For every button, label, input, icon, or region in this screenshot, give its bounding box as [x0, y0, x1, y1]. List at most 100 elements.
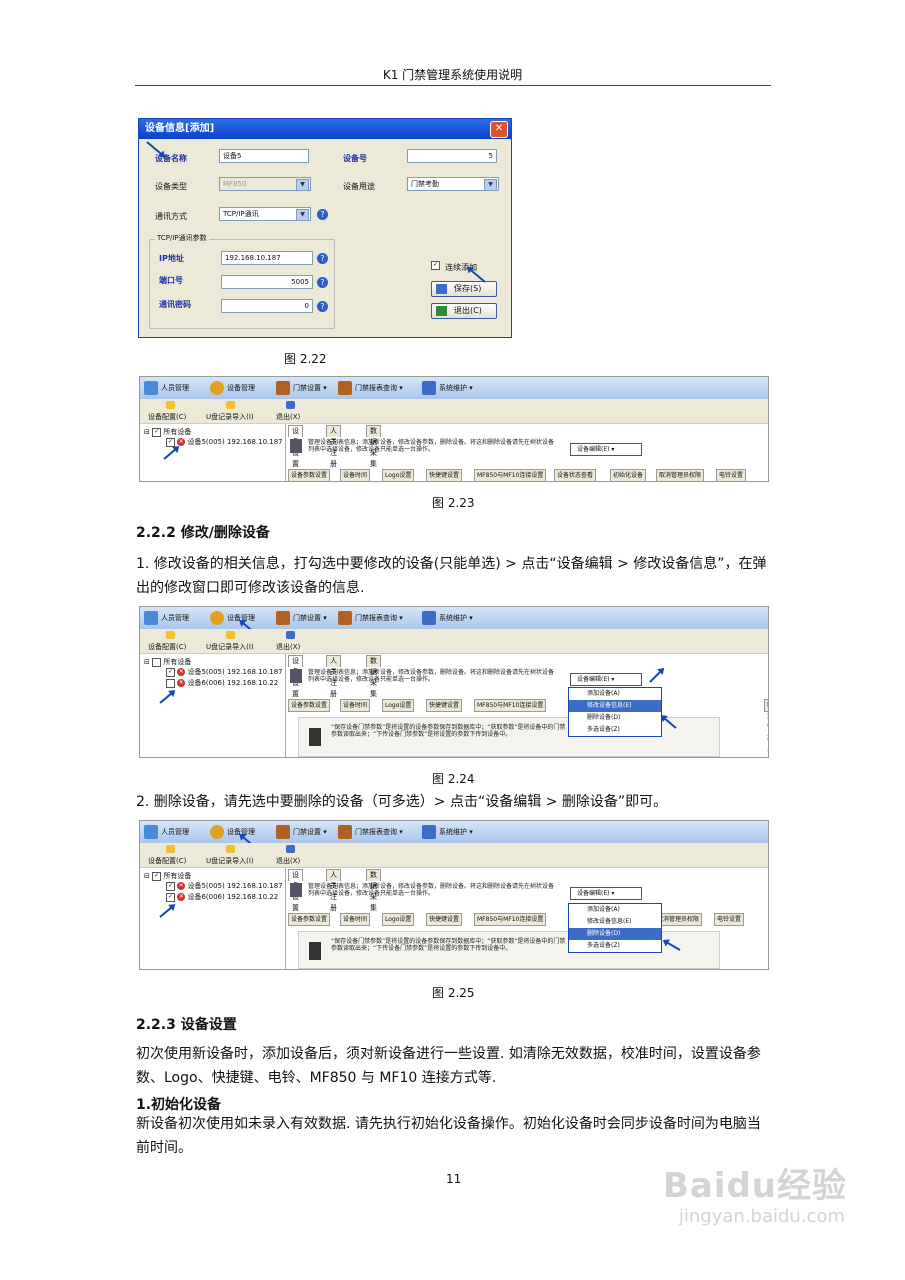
info-text: 管理设备列表信息；添加新设备，修改设备参数，删除设备。将这和删除设备请先在树状设…	[308, 883, 555, 897]
subtab-params[interactable]: 设备参数设置	[288, 913, 331, 926]
exit-toolbar-button[interactable]: 退出(X)	[276, 642, 300, 652]
subtab-mf850[interactable]: MF850与MF10连接设置	[474, 913, 547, 926]
password-field[interactable]: 0	[221, 299, 313, 313]
menu-devices[interactable]: 设备管理	[210, 824, 255, 840]
tab-registration[interactable]: 人员注册	[326, 425, 341, 468]
comm-mode-select[interactable]: TCP/IP通讯 ▼	[219, 207, 311, 221]
menu-item-edit[interactable]: 修改设备信息(E)	[569, 916, 661, 928]
tree-item-device5[interactable]: ✓ ✕ 设备5(005) 192.168.10.187	[166, 881, 283, 891]
subtab-shortcut[interactable]: 快捷键设置	[426, 913, 463, 926]
usb-import-button[interactable]: U盘记录导入(I)	[206, 642, 254, 652]
exit-button[interactable]: 退出(C)	[431, 303, 497, 319]
menu-access-settings[interactable]: 门禁设置 ▾	[276, 824, 327, 840]
usb-import-button[interactable]: U盘记录导入(I)	[206, 412, 254, 422]
help-icon[interactable]: ?	[317, 253, 328, 264]
paragraph: 初次使用新设备时，添加设备后，须对新设备进行一些设置. 如清除无效数据，校准时间…	[136, 1046, 761, 1086]
tab-registration[interactable]: 人员注册	[326, 655, 341, 698]
subtab-admin[interactable]: 取消管理员权限	[764, 699, 768, 753]
subtab-bell[interactable]: 电铃设置	[716, 469, 747, 481]
help-icon[interactable]: ?	[317, 209, 328, 220]
subtab-admin[interactable]: 取消管理员权限	[656, 469, 705, 481]
ip-field[interactable]: 192.168.10.187	[221, 251, 313, 265]
subtab-init[interactable]: 初始化设备	[610, 469, 647, 481]
tree-root[interactable]: ⊟ 所有设备	[144, 657, 191, 667]
menu-personnel[interactable]: 人员管理	[144, 824, 189, 840]
exit-toolbar-button[interactable]: 退出(X)	[276, 856, 300, 866]
help-icon[interactable]: ?	[317, 301, 328, 312]
device-type-select[interactable]: MF850 ▼	[219, 177, 311, 191]
tab-data-collect[interactable]: 数据采集	[366, 655, 381, 698]
subtab-mf850[interactable]: MF850与MF10连接设置	[474, 469, 547, 481]
device-config-button[interactable]: 设备配置(C)	[148, 856, 186, 866]
help-icon[interactable]: ?	[317, 277, 328, 288]
menu-devices[interactable]: 设备管理	[210, 610, 255, 626]
subtab-mf850[interactable]: MF850与MF10连接设置	[474, 699, 547, 712]
menu-maintenance[interactable]: 系统维护 ▾	[422, 610, 473, 626]
menu-item-delete[interactable]: 删除设备(D)	[569, 712, 661, 724]
device-config-button[interactable]: 设备配置(C)	[148, 642, 186, 652]
tree-root[interactable]: ⊟ ✓ 所有设备	[144, 871, 191, 881]
device-edit-combo[interactable]: 设备编辑(E) ▾	[570, 443, 642, 456]
menu-maintenance[interactable]: 系统维护 ▾	[422, 380, 473, 396]
chevron-down-icon: ▼	[296, 179, 309, 191]
tree-item-device6[interactable]: ✕ 设备6(006) 192.168.10.22	[166, 678, 278, 688]
subtab-logo[interactable]: Logo设置	[382, 469, 415, 481]
paragraph: 新设备初次使用如未录入有效数据. 请先执行初始化设备操作。初始化设备时会同步设备…	[136, 1116, 761, 1156]
tree-root[interactable]: ⊟ ✓ 所有设备	[144, 427, 191, 437]
tree-item-device6[interactable]: ✓ ✕ 设备6(006) 192.168.10.22	[166, 892, 278, 902]
figure-caption: 图 2.25	[432, 986, 475, 1000]
menu-item-delete[interactable]: 删除设备(D)	[569, 928, 661, 940]
menu-access-settings[interactable]: 门禁设置 ▾	[276, 610, 327, 626]
tab-device-settings[interactable]: 设备设置	[288, 655, 303, 698]
subtab-logo[interactable]: Logo设置	[382, 913, 415, 926]
device-no-field[interactable]: 5	[407, 149, 497, 163]
port-field[interactable]: 5005	[221, 275, 313, 289]
menu-reports[interactable]: 门禁报表查询 ▾	[338, 380, 403, 396]
subtab-shortcut[interactable]: 快捷键设置	[426, 699, 463, 712]
close-button[interactable]: ✕	[490, 121, 508, 138]
device-icon	[290, 883, 302, 897]
menu-maintenance[interactable]: 系统维护 ▾	[422, 824, 473, 840]
device-use-select[interactable]: 门禁考勤 ▼	[407, 177, 499, 191]
device-edit-combo[interactable]: 设备编辑(E) ▾	[570, 887, 642, 900]
menu-item-add[interactable]: 添加设备(A)	[569, 688, 661, 700]
tab-device-settings[interactable]: 设备设置	[288, 869, 303, 912]
subtab-bell[interactable]: 电铃设置	[714, 913, 745, 926]
device-config-button[interactable]: 设备配置(C)	[148, 412, 186, 422]
menu-item-edit[interactable]: 修改设备信息(E)	[569, 700, 661, 712]
subtab-time[interactable]: 设备时间	[340, 699, 371, 712]
tab-device-settings[interactable]: 设备设置	[288, 425, 303, 468]
subtab-params[interactable]: 设备参数设置	[288, 469, 331, 481]
subtab-params[interactable]: 设备参数设置	[288, 699, 331, 712]
door-icon	[276, 611, 290, 625]
tab-data-collect[interactable]: 数据采集	[366, 425, 381, 468]
menu-item-multi[interactable]: 多选设备(Z)	[569, 724, 661, 736]
menu-personnel[interactable]: 人员管理	[144, 610, 189, 626]
menu-item-multi[interactable]: 多选设备(Z)	[569, 940, 661, 952]
menu-personnel[interactable]: 人员管理	[144, 380, 189, 396]
subtab-shortcut[interactable]: 快捷键设置	[426, 469, 463, 481]
tree-item-device5[interactable]: ✓ ✕ 设备5(005) 192.168.10.187	[166, 437, 283, 447]
save-button[interactable]: 保存(S)	[431, 281, 497, 297]
device-edit-combo[interactable]: 设备编辑(E) ▾	[570, 673, 642, 686]
device-edit-menu: 添加设备(A) 修改设备信息(E) 删除设备(D) 多选设备(Z)	[568, 903, 662, 953]
menu-reports[interactable]: 门禁报表查询 ▾	[338, 610, 403, 626]
menu-devices[interactable]: 设备管理	[210, 380, 255, 396]
tab-data-collect[interactable]: 数据采集	[366, 869, 381, 912]
door-icon	[276, 825, 290, 839]
menu-reports[interactable]: 门禁报表查询 ▾	[338, 824, 403, 840]
menu-access-settings[interactable]: 门禁设置 ▾	[276, 380, 327, 396]
usb-import-button[interactable]: U盘记录导入(I)	[206, 856, 254, 866]
subtab-time[interactable]: 设备时间	[340, 913, 371, 926]
info-text: 管理设备列表信息；添加新设备，修改设备参数，删除设备。将这和删除设备请先在树状设…	[308, 439, 555, 453]
port-label: 端口号	[159, 276, 183, 285]
device-name-field[interactable]: 设备5	[219, 149, 309, 163]
tab-registration[interactable]: 人员注册	[326, 869, 341, 912]
people-icon	[144, 381, 158, 395]
subtab-status[interactable]: 设备状态查看	[554, 469, 597, 481]
subtab-time[interactable]: 设备时间	[340, 469, 371, 481]
tree-item-device5[interactable]: ✓ ✕ 设备5(005) 192.168.10.187	[166, 667, 283, 677]
subtab-logo[interactable]: Logo设置	[382, 699, 415, 712]
exit-toolbar-button[interactable]: 退出(X)	[276, 412, 300, 422]
menu-item-add[interactable]: 添加设备(A)	[569, 904, 661, 916]
